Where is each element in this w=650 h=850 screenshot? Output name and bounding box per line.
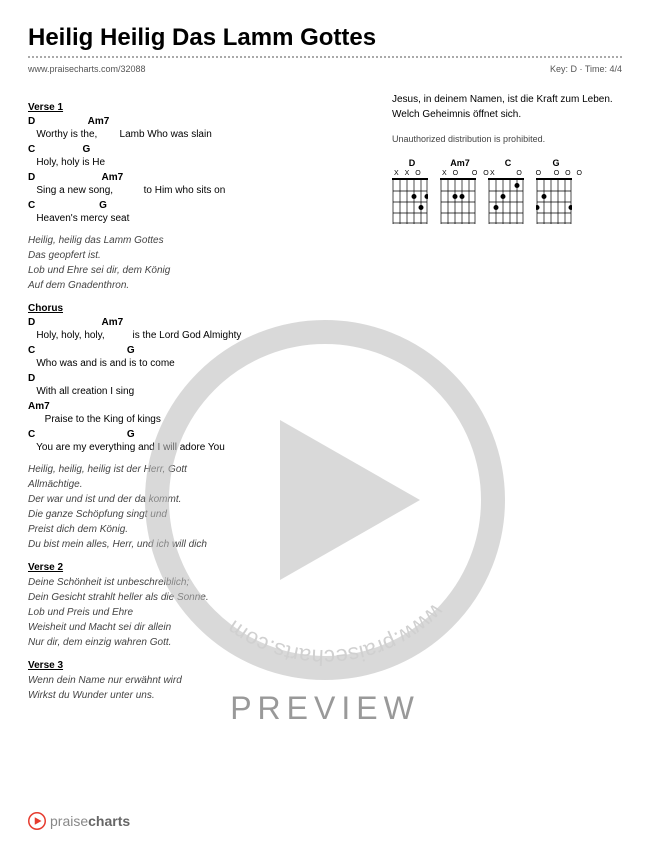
lyric-line: Worthy is the, Lamb Who was slain [28, 128, 362, 141]
key-time: Key: D · Time: 4/4 [550, 64, 622, 74]
translation-block: Heilig, heilig das Lamm Gottes Das geopf… [28, 233, 362, 293]
fretboard [440, 178, 476, 222]
translation-block: Deine Schönheit ist unbeschreiblich; Dei… [28, 575, 362, 650]
chord-line: Am7 [28, 400, 362, 413]
chord-line: C G [28, 143, 362, 156]
footer-brand: praisecharts [28, 812, 130, 830]
section-label: Verse 1 [28, 102, 362, 113]
continuation-text: Jesus, in deinem Namen, ist die Kraft zu… [392, 92, 622, 122]
chord-line: D Am7 [28, 316, 362, 329]
lyric-line: You are my everything and I will adore Y… [28, 441, 362, 454]
chord-sheet-page: Heilig Heilig Das Lamm Gottes www.praise… [0, 0, 650, 733]
chord-diagram-d: D X X O [392, 158, 432, 222]
fret-marks: X X O [392, 170, 432, 177]
chord-name: D [392, 158, 432, 168]
chord-diagrams-row: D X X O [392, 158, 622, 222]
fret-marks: X O O [488, 170, 528, 177]
chord-diagram-c: C X O O [488, 158, 528, 222]
meta-row: www.praisecharts.com/32088 Key: D · Time… [28, 64, 622, 74]
section-label: Verse 2 [28, 562, 362, 573]
song-title: Heilig Heilig Das Lamm Gottes [28, 24, 622, 52]
fretboard-grid-icon [488, 180, 524, 224]
footer-text: praisecharts [50, 813, 130, 829]
section-label: Chorus [28, 303, 362, 314]
lyric-line: With all creation I sing [28, 385, 362, 398]
chord-diagram-g: G O O O [536, 158, 576, 222]
chord-line: C G [28, 199, 362, 212]
lyrics-column: Verse 1 D Am7 Worthy is the, Lamb Who wa… [28, 92, 362, 709]
fretboard [536, 178, 572, 222]
chord-diagram-am7: Am7 X O O O [440, 158, 480, 222]
chord-name: G [536, 158, 576, 168]
play-circle-icon [28, 812, 46, 830]
content-columns: Verse 1 D Am7 Worthy is the, Lamb Who wa… [28, 92, 622, 709]
translation-block: Wenn dein Name nur erwähnt wird Wirkst d… [28, 673, 362, 703]
lyric-line: Praise to the King of kings [28, 413, 362, 426]
lyric-line: Who was and is and is to come [28, 357, 362, 370]
lyric-line: Holy, holy, holy, is the Lord God Almigh… [28, 329, 362, 342]
copyright-notice: Unauthorized distribution is prohibited. [392, 134, 622, 144]
lyric-line: Heaven's mercy seat [28, 212, 362, 225]
chord-line: D [28, 372, 362, 385]
fret-marks: X O O O [440, 170, 480, 177]
lyric-line: Holy, holy is He [28, 156, 362, 169]
chord-name: Am7 [440, 158, 480, 168]
chord-line: C G [28, 428, 362, 441]
chord-name: C [488, 158, 528, 168]
fretboard-grid-icon [536, 180, 572, 224]
fretboard-grid-icon [392, 180, 428, 224]
title-divider [28, 56, 622, 58]
section-label: Verse 3 [28, 660, 362, 671]
source-url: www.praisecharts.com/32088 [28, 64, 146, 74]
fret-marks: O O O [536, 170, 576, 177]
right-column: Jesus, in deinem Namen, ist die Kraft zu… [392, 92, 622, 709]
fretboard-grid-icon [440, 180, 476, 224]
fretboard [488, 178, 524, 222]
chord-line: C G [28, 344, 362, 357]
fretboard [392, 178, 428, 222]
translation-block: Heilig, heilig, heilig ist der Herr, Got… [28, 462, 362, 552]
chord-line: D Am7 [28, 115, 362, 128]
lyric-line: Sing a new song, to Him who sits on [28, 184, 362, 197]
chord-line: D Am7 [28, 171, 362, 184]
